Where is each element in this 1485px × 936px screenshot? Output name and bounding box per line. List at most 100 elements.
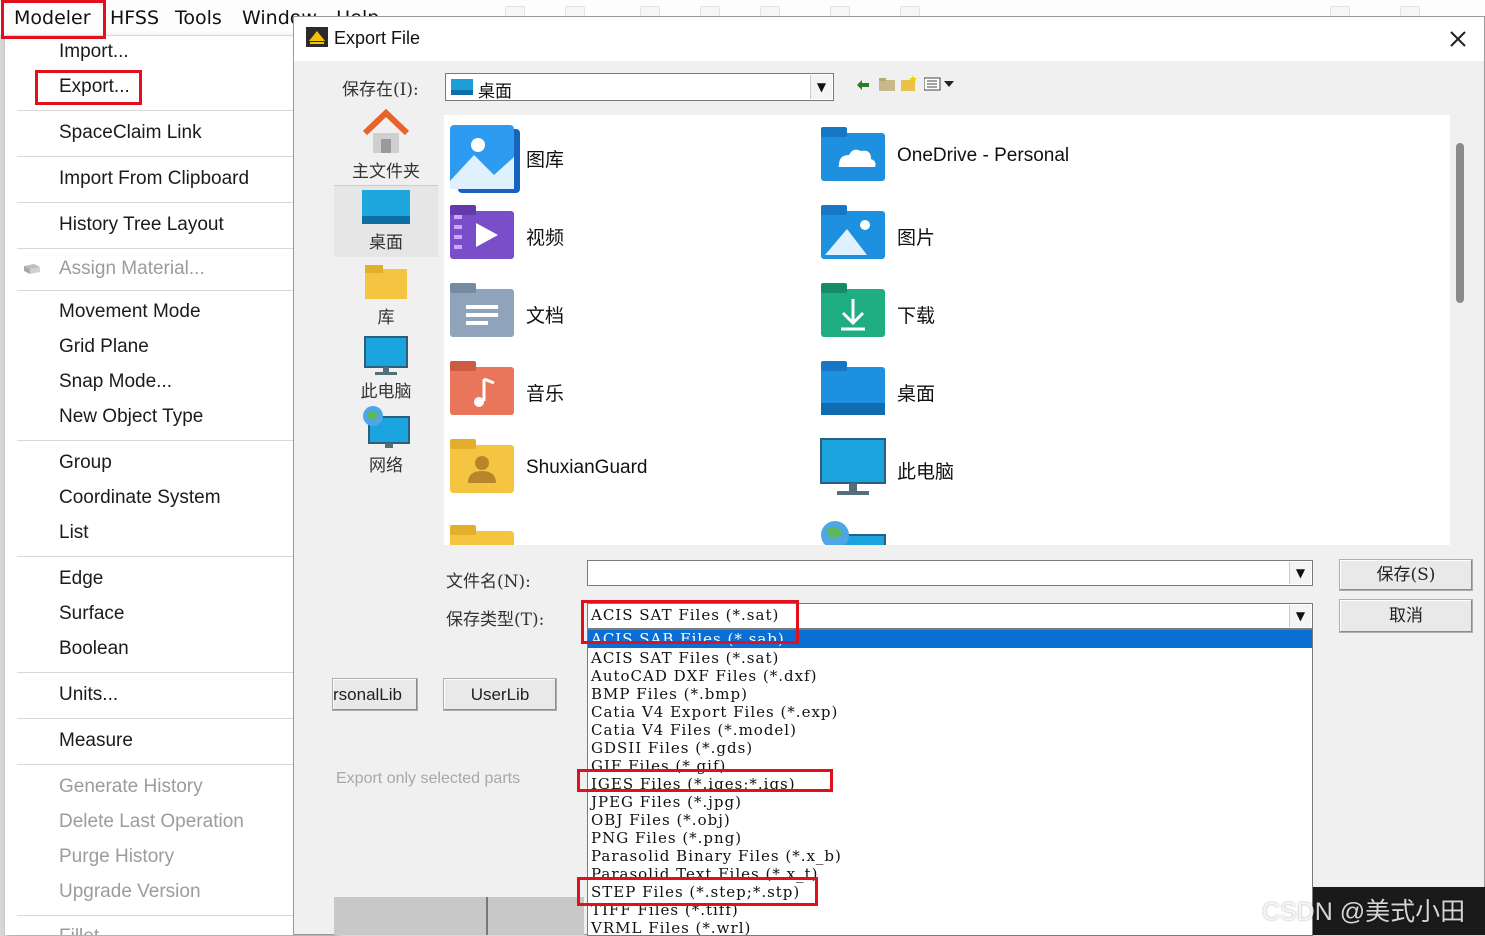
view-menu-icon[interactable]	[924, 77, 956, 91]
filename-input[interactable]	[590, 562, 1280, 584]
library-folder-icon	[365, 265, 407, 299]
menu-item-label: Delete Last Operation	[59, 811, 244, 832]
filetype-option[interactable]: ACIS SAB Files (*.sab)	[588, 630, 1312, 648]
place-this-pc[interactable]: 此电脑	[334, 333, 438, 405]
file-item[interactable]: 库	[444, 511, 804, 545]
filetype-option[interactable]: STEP Files (*.step;*.stp)	[588, 883, 1312, 901]
menu-item-movement-mode[interactable]: Movement Mode›	[5, 296, 336, 330]
file-view-scrollbar[interactable]	[1452, 115, 1468, 545]
chevron-down-icon[interactable]: ▼	[810, 75, 832, 99]
filetype-option[interactable]: GDSII Files (*.gds)	[588, 739, 1312, 757]
menu-modeler[interactable]: Modeler	[8, 0, 97, 36]
back-arrow-icon[interactable]	[856, 79, 870, 91]
home-icon	[362, 109, 410, 153]
filetype-option[interactable]: JPEG Files (*.jpg)	[588, 793, 1312, 811]
new-folder-icon[interactable]	[901, 75, 917, 91]
filetype-option[interactable]: AutoCAD DXF Files (*.dxf)	[588, 667, 1312, 685]
menu-item-fillet[interactable]: Fillet	[5, 921, 336, 935]
menu-item-label: Export...	[59, 76, 130, 97]
place-network[interactable]: 网络	[334, 405, 438, 479]
file-item[interactable]: 下载	[815, 277, 1175, 351]
menu-item-import[interactable]: Import...	[5, 36, 336, 70]
watermark: CSDN @美式小田	[1262, 898, 1466, 926]
menu-item-measure[interactable]: Measure›	[5, 725, 336, 759]
computer-icon	[820, 438, 886, 495]
menu-item-history-tree-layout[interactable]: History Tree Layout›	[5, 209, 336, 243]
menu-item-label: Units...	[59, 684, 119, 705]
save-in-label: 保存在(I):	[342, 80, 419, 100]
file-item[interactable]: 视频	[444, 199, 804, 273]
save-in-combo[interactable]: 桌面 ▼	[445, 73, 834, 102]
scrollbar-thumb[interactable]	[1456, 143, 1464, 303]
menu-item-assign-material[interactable]: Assign Material...	[5, 253, 336, 287]
menu-item-export[interactable]: Export...	[5, 71, 336, 105]
save-button[interactable]: 保存(S)	[1339, 559, 1473, 591]
place-library[interactable]: 库	[334, 261, 438, 331]
menu-item-boolean[interactable]: Boolean›	[5, 633, 336, 667]
save-in-value: 桌面	[478, 82, 512, 102]
downloads-folder-icon	[821, 283, 885, 337]
menu-item-list[interactable]: List›	[5, 517, 336, 551]
filetype-combo[interactable]: ACIS SAT Files (*.sat) ▼	[587, 603, 1313, 629]
file-item[interactable]: 文档	[444, 277, 804, 351]
menu-item-upgrade-version[interactable]: Upgrade Version	[5, 876, 336, 910]
menu-item-grid-plane[interactable]: Grid Plane›	[5, 331, 336, 365]
menu-item-snap-mode[interactable]: Snap Mode...	[5, 366, 336, 400]
file-name: 桌面	[897, 384, 936, 405]
filetype-label: 保存类型(T):	[446, 610, 545, 630]
file-item[interactable]: ShuxianGuard	[444, 433, 804, 507]
file-item[interactable]: 桌面	[815, 355, 1175, 429]
menu-item-label: Generate History	[59, 776, 203, 797]
filetype-option[interactable]: PNG Files (*.png)	[588, 829, 1312, 847]
filetype-option[interactable]: VRML Files (*.wrl)	[588, 919, 1312, 935]
personal-lib-button[interactable]: rsonalLib	[332, 678, 418, 711]
filetype-option[interactable]: ACIS SAT Files (*.sat)	[588, 649, 1312, 667]
app-icon	[306, 27, 328, 47]
file-item[interactable]: 图片	[815, 199, 1175, 273]
menu-item-import-from-clipboard[interactable]: Import From Clipboard	[5, 163, 336, 197]
menu-separator	[17, 202, 323, 203]
close-button[interactable]	[1444, 25, 1472, 53]
menu-item-group[interactable]: Group›	[5, 447, 336, 481]
up-folder-icon[interactable]	[879, 77, 895, 91]
menu-item-spaceclaim-link[interactable]: SpaceClaim Link›	[5, 117, 336, 151]
filetype-option[interactable]: OBJ Files (*.obj)	[588, 811, 1312, 829]
place-desktop[interactable]: 桌面	[334, 185, 438, 257]
file-item[interactable]: 网络	[815, 511, 1175, 545]
export-file-dialog: Export File 保存在(I): 桌面 ▼ 主文件夹 桌面 库 此电脑 网…	[293, 16, 1485, 936]
filetype-option[interactable]: BMP Files (*.bmp)	[588, 685, 1312, 703]
menu-item-delete-last-operation[interactable]: Delete Last Operation	[5, 806, 336, 840]
chevron-down-icon[interactable]: ▼	[1289, 605, 1311, 627]
filename-combo[interactable]: ▼	[587, 560, 1313, 586]
file-item[interactable]: OneDrive - Personal	[815, 121, 1175, 195]
file-item[interactable]: 图库	[444, 121, 804, 195]
file-name: 此电脑	[897, 462, 955, 483]
menu-item-edge[interactable]: Edge›	[5, 563, 336, 597]
cancel-button[interactable]: 取消	[1339, 599, 1473, 633]
menu-separator	[17, 672, 323, 673]
filetype-option[interactable]: IGES Files (*.iges;*.igs)	[588, 775, 1312, 793]
onedrive-folder-icon	[821, 127, 885, 181]
chevron-down-icon[interactable]: ▼	[1289, 562, 1311, 584]
menu-item-generate-history[interactable]: Generate History	[5, 771, 336, 805]
file-item[interactable]: 此电脑	[815, 433, 1175, 507]
menu-hfss[interactable]: HFSS	[104, 0, 165, 36]
filetype-option[interactable]: Parasolid Binary Files (*.x_b)	[588, 847, 1312, 865]
file-item[interactable]: 音乐	[444, 355, 804, 429]
filetype-option[interactable]: TIFF Files (*.tiff)	[588, 901, 1312, 919]
menu-item-label: Purge History	[59, 846, 175, 867]
menu-tools[interactable]: Tools	[169, 0, 228, 36]
filetype-option[interactable]: Catia V4 Export Files (*.exp)	[588, 703, 1312, 721]
menu-item-label: Import From Clipboard	[59, 168, 250, 189]
menu-item-new-object-type[interactable]: New Object Type›	[5, 401, 336, 435]
export-selected-label[interactable]: Export only selected parts	[336, 770, 520, 788]
user-lib-button[interactable]: UserLib	[443, 678, 557, 711]
filetype-option[interactable]: Catia V4 Files (*.model)	[588, 721, 1312, 739]
menu-item-purge-history[interactable]: Purge History	[5, 841, 336, 875]
menu-item-units[interactable]: Units...	[5, 679, 336, 713]
filetype-option[interactable]: GIF Files (*.gif)	[588, 757, 1312, 775]
place-home[interactable]: 主文件夹	[334, 109, 438, 183]
menu-item-surface[interactable]: Surface›	[5, 598, 336, 632]
filetype-option[interactable]: Parasolid Text Files (*.x_t)	[588, 865, 1312, 883]
menu-item-coordinate-system[interactable]: Coordinate System›	[5, 482, 336, 516]
